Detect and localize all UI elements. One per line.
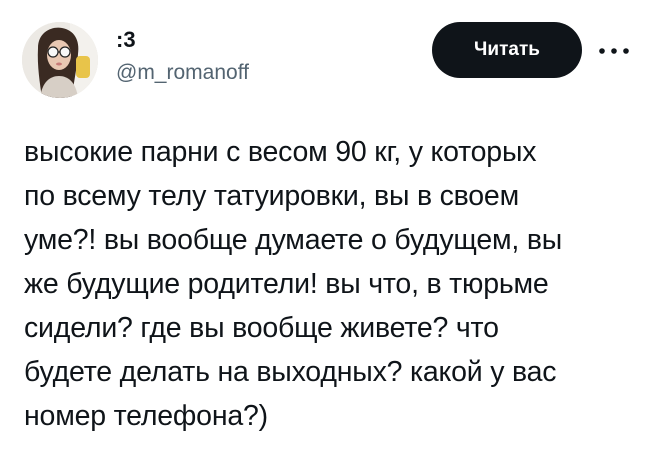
tweet-text: высокие парни с весом 90 кг, у которых п… bbox=[24, 130, 636, 438]
avatar-photo bbox=[22, 22, 98, 98]
read-button[interactable]: Читать bbox=[432, 22, 582, 78]
tweet-text-line: сидели? где вы вообще живете? что bbox=[24, 312, 499, 344]
tweet-text-line: номер телефона?) bbox=[24, 400, 268, 432]
tweet-text-line: будете делать на выходных? какой у вас bbox=[24, 356, 557, 388]
more-dots-icon-graphic bbox=[599, 48, 629, 54]
tweet-text-line: же будущие родители! вы что, в тюрьме bbox=[24, 268, 549, 300]
tweet-text-line: уме?! вы вообще думаете о будущем, вы bbox=[24, 224, 563, 256]
author-handle[interactable]: @m_romanoff bbox=[116, 60, 249, 86]
tweet-card: :3 @m_romanoff Читать высокие парни с ве… bbox=[0, 0, 660, 471]
tweet-text-line: по всему телу татуировки, вы в своем bbox=[24, 180, 519, 212]
tweet-text-line: высокие парни с весом 90 кг, у которых bbox=[24, 136, 537, 168]
more-dots-icon[interactable] bbox=[594, 34, 634, 68]
avatar[interactable] bbox=[22, 22, 98, 98]
author-name[interactable]: :3 bbox=[116, 27, 136, 53]
